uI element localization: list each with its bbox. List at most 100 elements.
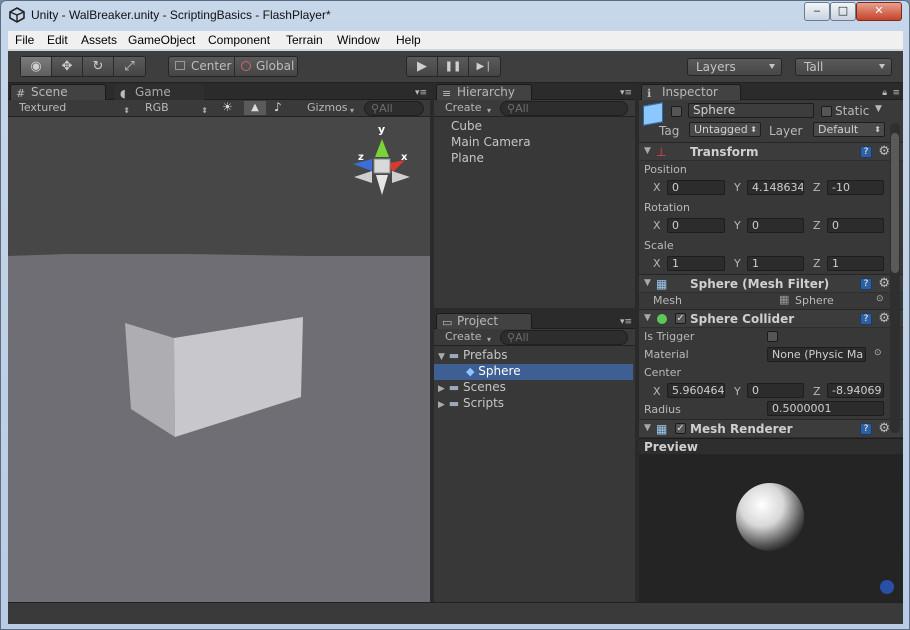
project-folder-scripts[interactable]: ▶ ▬ Scripts [438,396,504,410]
render-mode-label: Textured [19,101,67,114]
global-space-button[interactable]: Global [256,59,294,73]
center-y-field[interactable]: 0 [747,383,804,398]
mesh-renderer-enabled-checkbox[interactable]: ✓ [675,423,686,434]
preview-header[interactable]: Preview [639,438,903,454]
scrollbar-thumb[interactable] [891,133,899,273]
object-picker-icon[interactable]: ⊙ [876,294,884,304]
preview-settings-icon[interactable] [880,580,894,594]
object-picker-icon[interactable]: ⊙ [874,348,882,358]
panel-menu-icon[interactable]: ▾≡ [620,88,632,98]
step-icon[interactable]: ▶❘ [469,57,500,76]
gear-icon[interactable]: ⚙ [878,311,890,326]
menu-file[interactable]: File [15,33,34,47]
mesh-renderer-header[interactable]: ▼ ▦ ✓ Mesh Renderer ? ⚙ [639,419,903,438]
scene-search-input[interactable]: ⚲All [364,101,424,116]
hierarchy-item-cube[interactable]: Cube [451,119,482,133]
mesh-value[interactable]: Sphere [795,294,834,307]
project-folder-scenes[interactable]: ▶ ▬ Scenes [438,380,506,394]
maximize-button[interactable]: □ [830,2,856,21]
pivot-center-button[interactable]: Center [191,59,231,73]
panel-menu-icon[interactable]: ▾≡ [415,88,427,98]
menu-gameobject[interactable]: GameObject [128,33,195,47]
tab-project[interactable]: ▭ Project [436,313,532,329]
rotation-z-field[interactable]: 0 [827,218,884,233]
menu-bar: File Edit Assets GameObject Component Te… [8,31,903,50]
layer-dropdown[interactable]: Default ⬍ [813,122,885,137]
color-mode-dropdown[interactable]: RGB ⬍ [140,101,212,115]
scale-z-field[interactable]: 1 [827,256,884,271]
minimize-button[interactable]: ‒ [804,2,830,21]
scale-icon[interactable]: ⤢ [114,57,145,76]
image-toggle-icon[interactable]: ▲ [244,101,266,115]
transform-header[interactable]: ▼ ⊥ Transform ? ⚙ [639,142,903,161]
gizmo-x-label: x [401,152,408,163]
tab-game[interactable]: ◖ Game [114,84,204,100]
play-icon[interactable]: ▶ [407,57,438,76]
gear-icon[interactable]: ⚙ [878,421,890,436]
position-y-field[interactable]: 4.148634 [747,180,804,195]
center-x-field[interactable]: 5.960464 [667,383,725,398]
menu-component[interactable]: Component [208,33,270,47]
inspector-scrollbar[interactable] [890,123,900,433]
material-field[interactable]: None (Physic Ma [767,347,866,362]
menu-terrain[interactable]: Terrain [286,33,323,47]
menu-window[interactable]: Window [337,33,380,47]
chevron-down-icon[interactable]: ▼ [875,104,882,114]
render-mode-dropdown[interactable]: Textured ⬍ [14,101,134,115]
help-icon[interactable]: ? [860,313,872,325]
axis-z-label: Z [813,385,821,398]
menu-help[interactable]: Help [396,33,421,47]
tag-dropdown[interactable]: Untagged ⬍ [689,122,761,137]
object-name-field[interactable]: Sphere [688,103,814,118]
pause-icon[interactable]: ❚❚ [438,57,469,76]
menu-assets[interactable]: Assets [81,33,117,47]
radius-field[interactable]: 0.5000001 [767,401,884,416]
center-z-field[interactable]: -8.94069 [827,383,884,398]
audio-toggle-icon[interactable]: ♪ [274,100,282,114]
hierarchy-item-plane[interactable]: Plane [451,151,484,165]
panel-menu-icon[interactable]: ▾≡ [620,317,632,327]
active-checkbox[interactable] [671,106,682,117]
rotation-x-field[interactable]: 0 [667,218,725,233]
tab-hierarchy[interactable]: ≡ Hierarchy [436,84,532,100]
playback-controls: ▶ ❚❚ ▶❘ [406,56,501,77]
layer-value: Default [818,123,859,136]
sphere-collider-enabled-checkbox[interactable]: ✓ [675,313,686,324]
scene-viewport[interactable]: y z x [8,117,430,602]
help-icon[interactable]: ? [860,278,872,290]
is-trigger-checkbox[interactable] [767,331,778,342]
move-icon[interactable]: ✥ [52,57,83,76]
hierarchy-create-dropdown[interactable]: Create ▾ [440,101,495,115]
rotation-y-field[interactable]: 0 [747,218,804,233]
project-search-input[interactable]: ⚲All [500,330,628,345]
help-icon[interactable]: ? [860,146,872,158]
rotate-icon[interactable]: ↻ [83,57,114,76]
project-folder-prefabs[interactable]: ▼ ▬ Prefabs [438,348,635,364]
eye-icon[interactable]: ◉ [21,57,52,76]
project-create-dropdown[interactable]: Create ▾ [440,330,495,344]
menu-edit[interactable]: Edit [47,33,68,47]
static-checkbox[interactable] [821,106,832,117]
hierarchy-item-main-camera[interactable]: Main Camera [451,135,531,149]
panel-menu-icon[interactable]: ≡ [892,88,900,98]
close-button[interactable]: ✕ [856,2,902,21]
scale-x-field[interactable]: 1 [667,256,725,271]
project-item-sphere[interactable]: ◆ Sphere [434,364,633,380]
layout-dropdown[interactable]: Tall [795,58,892,76]
layers-dropdown[interactable]: Layers [687,58,782,76]
tab-scene[interactable]: # Scene [10,84,106,100]
hierarchy-search-input[interactable]: ⚲All [500,101,628,116]
gear-icon[interactable]: ⚙ [878,276,890,291]
lighting-toggle-icon[interactable]: ☀ [222,100,233,114]
scale-y-field[interactable]: 1 [747,256,804,271]
position-z-field[interactable]: -10 [827,180,884,195]
gear-icon[interactable]: ⚙ [878,144,890,159]
mesh-filter-header[interactable]: ▼ ▦ Sphere (Mesh Filter) ? ⚙ [639,274,903,293]
preview-viewport[interactable] [639,454,903,602]
tab-inspector[interactable]: ℹ Inspector [641,84,741,100]
help-icon[interactable]: ? [860,423,872,435]
lock-icon[interactable]: 🔒︎ [882,88,887,98]
position-x-field[interactable]: 0 [667,180,725,195]
sphere-collider-header[interactable]: ▼ ✓ Sphere Collider ? ⚙ [639,309,903,328]
gizmos-dropdown[interactable]: Gizmos ▾ [302,101,358,115]
